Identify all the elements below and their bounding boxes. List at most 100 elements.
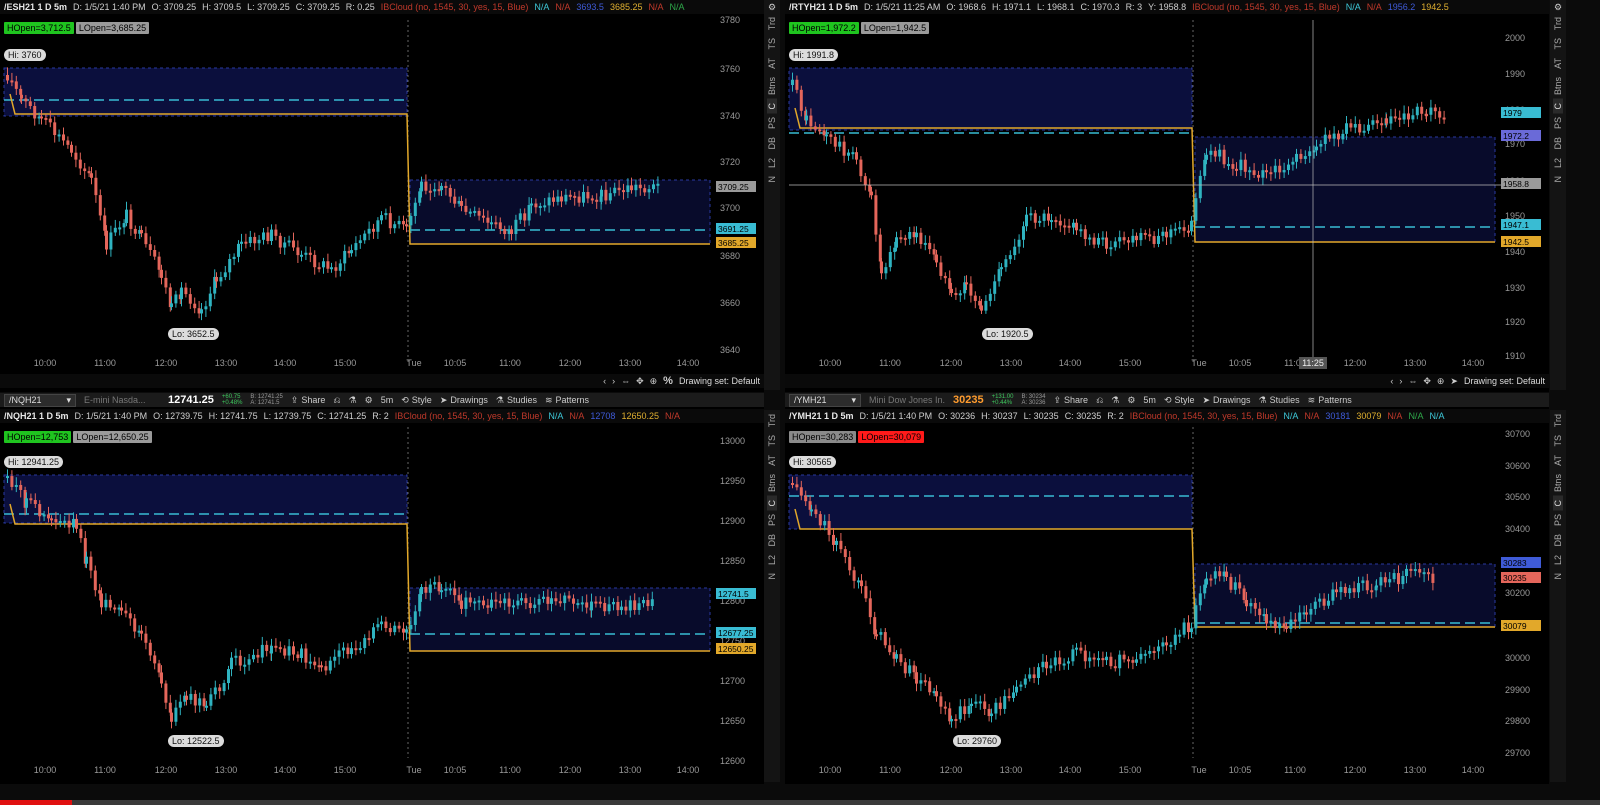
crosshair-icon[interactable]: ✥ [636,376,644,387]
side-tab-btns[interactable]: Btns [1553,73,1563,99]
side-tab-n[interactable]: N [767,569,777,584]
timeframe-button[interactable]: 5m [1143,395,1156,405]
side-tab-at[interactable]: AT [767,451,777,470]
side-tab-btns[interactable]: Btns [767,73,777,99]
drawing-set-label[interactable]: Drawing set: Default [1464,376,1545,386]
flask-icon[interactable]: ⚗ [1111,395,1119,406]
candle-body [66,140,70,145]
side-tab-ts[interactable]: TS [767,34,777,54]
side-tab-c[interactable]: C [1553,98,1563,114]
style-button[interactable]: ⟲ Style [1164,395,1195,406]
scroll-left-icon[interactable]: ‹ [1390,376,1393,386]
side-tab-ps[interactable]: PS [767,510,777,530]
drawing-set-label[interactable]: Drawing set: Default [679,376,760,386]
gear-icon[interactable]: ⚙ [768,2,776,13]
chart-symbol-label[interactable]: /YMH21 1 D 5m [789,411,854,421]
chart-symbol-label[interactable]: /ESH21 1 D 5m [4,2,67,12]
side-tab-n[interactable]: N [1553,569,1563,584]
side-tab-at[interactable]: AT [1553,54,1563,73]
chart-pane-rty[interactable]: /RTYH21 1 D 5m D: 1/5/21 11:25 AM O: 196… [785,0,1549,392]
side-tab-btns[interactable]: Btns [767,470,777,496]
side-tab-trd[interactable]: Trd [767,410,777,431]
study-label-cloud[interactable]: IBCloud (no, 1545, 30, yes, 15, Blue) [381,2,529,12]
symbol-selector[interactable]: /NQH21 ▾ [4,393,76,407]
studies-button[interactable]: ⚗ Studies [496,395,537,406]
percent-icon[interactable]: % [663,375,673,387]
side-tab-c[interactable]: C [1553,495,1563,511]
gear-icon[interactable]: ⚙ [365,395,373,406]
scroll-right-icon[interactable]: › [612,376,615,386]
flask-icon[interactable]: ⚗ [349,395,357,406]
study-label-cloud[interactable]: IBCloud (no, 1545, 30, yes, 15, Blue) [1192,2,1340,12]
side-tab-trd[interactable]: Trd [1553,410,1563,431]
side-tab-c[interactable]: C [767,98,777,114]
expand-icon[interactable]: ⇔ [1408,376,1417,386]
chart-pane-es[interactable]: /ESH21 1 D 5m D: 1/5/21 1:40 PM O: 3709.… [0,0,764,392]
price-chart-es[interactable]: 3780 3760 3740 3720 3700 3680 3660 3640 10:00 11:… [0,0,764,392]
side-tab-ps[interactable]: PS [1553,510,1563,530]
scroll-right-icon[interactable]: › [1399,376,1402,386]
price-chart-rty[interactable]: 2000 1990 1980 1970 1960 1950 1940 1930 1920 1910… [785,0,1549,392]
share-button[interactable]: ⇪ Share [1053,395,1088,406]
side-tab-n[interactable]: N [1553,172,1563,187]
study-label-cloud[interactable]: IBCloud (no, 1545, 30, yes, 15, Blue) [395,411,543,421]
side-tab-l2[interactable]: L2 [1553,551,1563,569]
patterns-button[interactable]: ≋ Patterns [1308,395,1352,406]
candle-body [440,590,443,593]
side-tab-ps[interactable]: PS [767,113,777,133]
gear-icon[interactable]: ⚙ [1127,395,1135,406]
side-tab-db[interactable]: DB [767,133,777,154]
study-label-cloud[interactable]: IBCloud (no, 1545, 30, yes, 15, Blue) [1130,411,1278,421]
timeframe-button[interactable]: 5m [381,395,394,405]
price-chart-nq[interactable]: 13000 12950 12900 12850 12800 12750 12700 12650… [0,393,764,784]
candle-body [1353,123,1357,128]
study-value: 1942.5 [1421,2,1449,12]
side-tab-ts[interactable]: TS [1553,431,1563,451]
y-axis-tick: 12900 [720,516,745,526]
candle-body [278,235,282,248]
reset-icon[interactable]: ⎌ [1096,395,1103,406]
gear-icon[interactable]: ⚙ [1554,2,1562,13]
high-label: Hi: 12941.25 [4,456,64,468]
side-tab-trd[interactable]: Trd [1553,13,1563,34]
candle-body [838,141,842,147]
candle-body [19,484,23,490]
side-tab-c[interactable]: C [767,495,777,511]
video-progress-bar[interactable] [0,800,1600,805]
side-tab-ps[interactable]: PS [1553,113,1563,133]
side-tab-at[interactable]: AT [1553,451,1563,470]
side-tab-ts[interactable]: TS [767,431,777,451]
drawings-button[interactable]: ➤ Drawings [440,395,488,406]
cursor-icon[interactable]: ➤ [1450,376,1458,387]
symbol-selector[interactable]: /YMH21 ▾ [789,393,861,407]
side-tab-l2[interactable]: L2 [767,154,777,172]
side-tab-trd[interactable]: Trd [767,13,777,34]
price-chart-ym[interactable]: 30700 30600 30500 30400 30300 30200 30100 30000… [785,393,1549,784]
zoom-icon[interactable]: ⊕ [650,376,658,387]
side-tab-l2[interactable]: L2 [767,551,777,569]
side-tab-db[interactable]: DB [767,530,777,551]
side-tab-btns[interactable]: Btns [1553,470,1563,496]
scroll-left-icon[interactable]: ‹ [603,376,606,386]
patterns-button[interactable]: ≋ Patterns [545,395,589,406]
crosshair-icon[interactable]: ✥ [1423,376,1431,387]
share-button[interactable]: ⇪ Share [291,395,326,406]
chart-symbol-label[interactable]: /NQH21 1 D 5m [4,411,69,421]
candle-body [228,258,232,273]
side-tab-l2[interactable]: L2 [1553,154,1563,172]
side-tab-db[interactable]: DB [1553,133,1563,154]
side-tab-n[interactable]: N [767,172,777,187]
reset-icon[interactable]: ⎌ [333,395,340,406]
style-button[interactable]: ⟲ Style [401,395,432,406]
side-tab-at[interactable]: AT [767,54,777,73]
chart-symbol-label[interactable]: /RTYH21 1 D 5m [789,2,858,12]
zoom-icon[interactable]: ⊕ [1437,376,1445,387]
chart-pane-nq[interactable]: /NQH21 ▾ E-mini Nasda... 12741.25 +60.75 +… [0,393,764,784]
candle-body [215,276,218,282]
drawings-button[interactable]: ➤ Drawings [1203,395,1251,406]
chart-pane-ym[interactable]: /YMH21 ▾ Mini Dow Jones In... 30235 +131.… [785,393,1549,784]
studies-button[interactable]: ⚗ Studies [1259,395,1300,406]
side-tab-db[interactable]: DB [1553,530,1563,551]
expand-icon[interactable]: ⇔ [621,376,630,386]
side-tab-ts[interactable]: TS [1553,34,1563,54]
